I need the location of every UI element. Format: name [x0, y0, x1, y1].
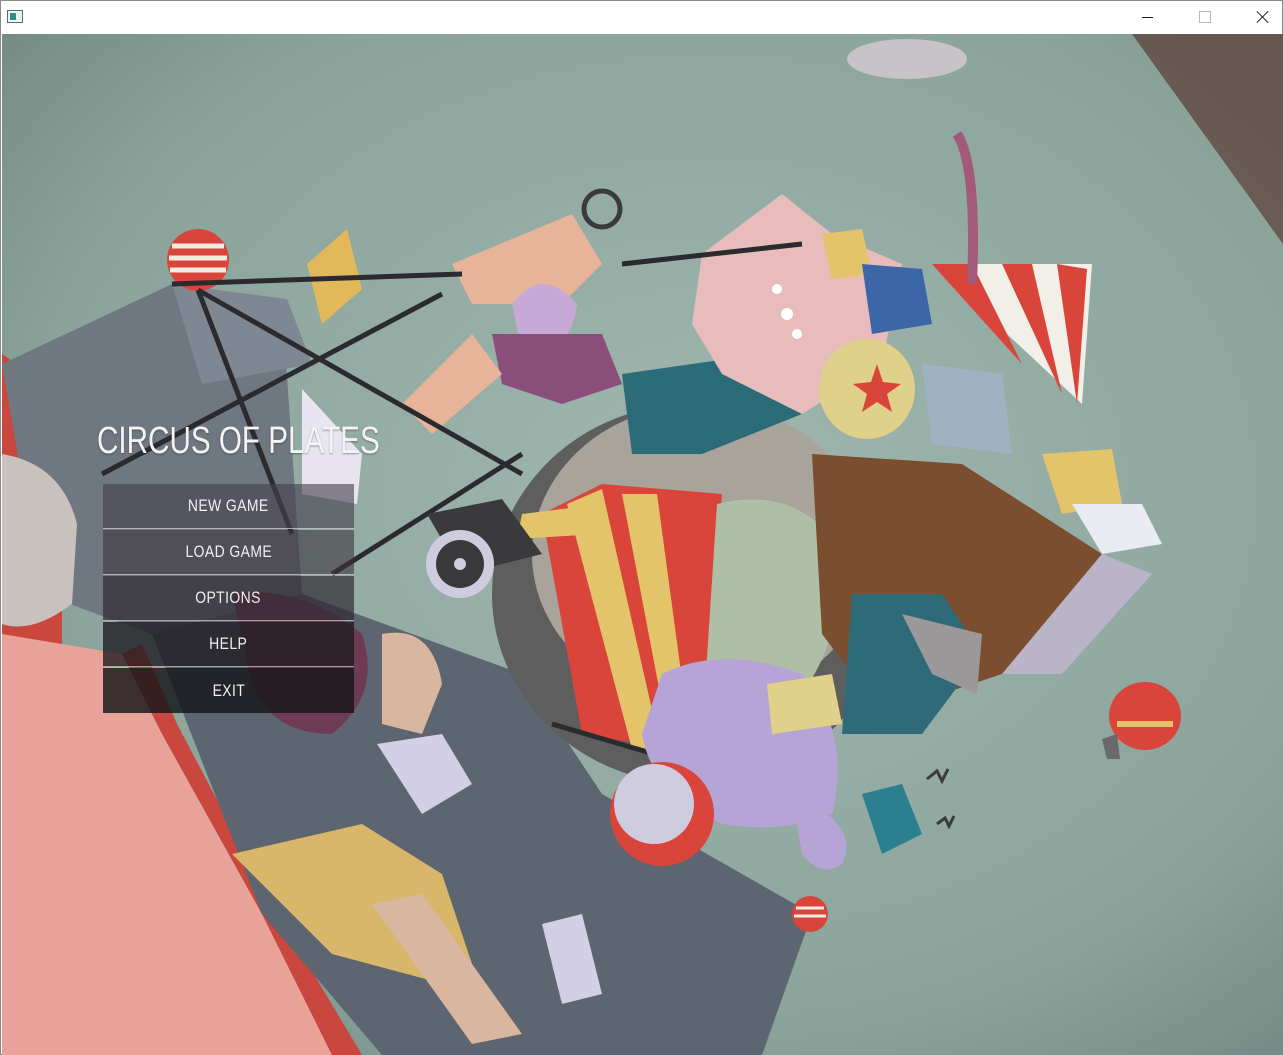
game-canvas[interactable]: CIRCUS OF PLATES NEW GAME LOAD GAME OPTI…: [2, 34, 1283, 1055]
maximize-button[interactable]: [1176, 1, 1234, 33]
window-titlebar[interactable]: [1, 1, 1282, 33]
app-window-icon: [7, 10, 23, 23]
load-game-button[interactable]: LOAD GAME: [103, 530, 354, 575]
menu-item-label: NEW GAME: [188, 496, 269, 515]
menu-item-label: LOAD GAME: [185, 542, 272, 561]
menu-item-label: OPTIONS: [195, 588, 262, 607]
new-game-button[interactable]: NEW GAME: [103, 484, 354, 529]
close-icon: [1256, 10, 1270, 24]
game-title: CIRCUS OF PLATES: [97, 420, 380, 462]
help-button[interactable]: HELP: [103, 622, 354, 667]
menu-item-label: HELP: [209, 634, 248, 653]
close-button[interactable]: [1234, 1, 1283, 33]
main-menu: NEW GAME LOAD GAME OPTIONS HELP EXIT: [103, 484, 354, 714]
menu-item-label: EXIT: [212, 680, 245, 700]
options-button[interactable]: OPTIONS: [103, 576, 354, 621]
maximize-icon: [1199, 11, 1211, 23]
minimize-icon: [1141, 16, 1153, 18]
minimize-button[interactable]: [1118, 1, 1176, 33]
exit-button[interactable]: EXIT: [103, 668, 354, 713]
game-window: CIRCUS OF PLATES NEW GAME LOAD GAME OPTI…: [0, 0, 1283, 1055]
